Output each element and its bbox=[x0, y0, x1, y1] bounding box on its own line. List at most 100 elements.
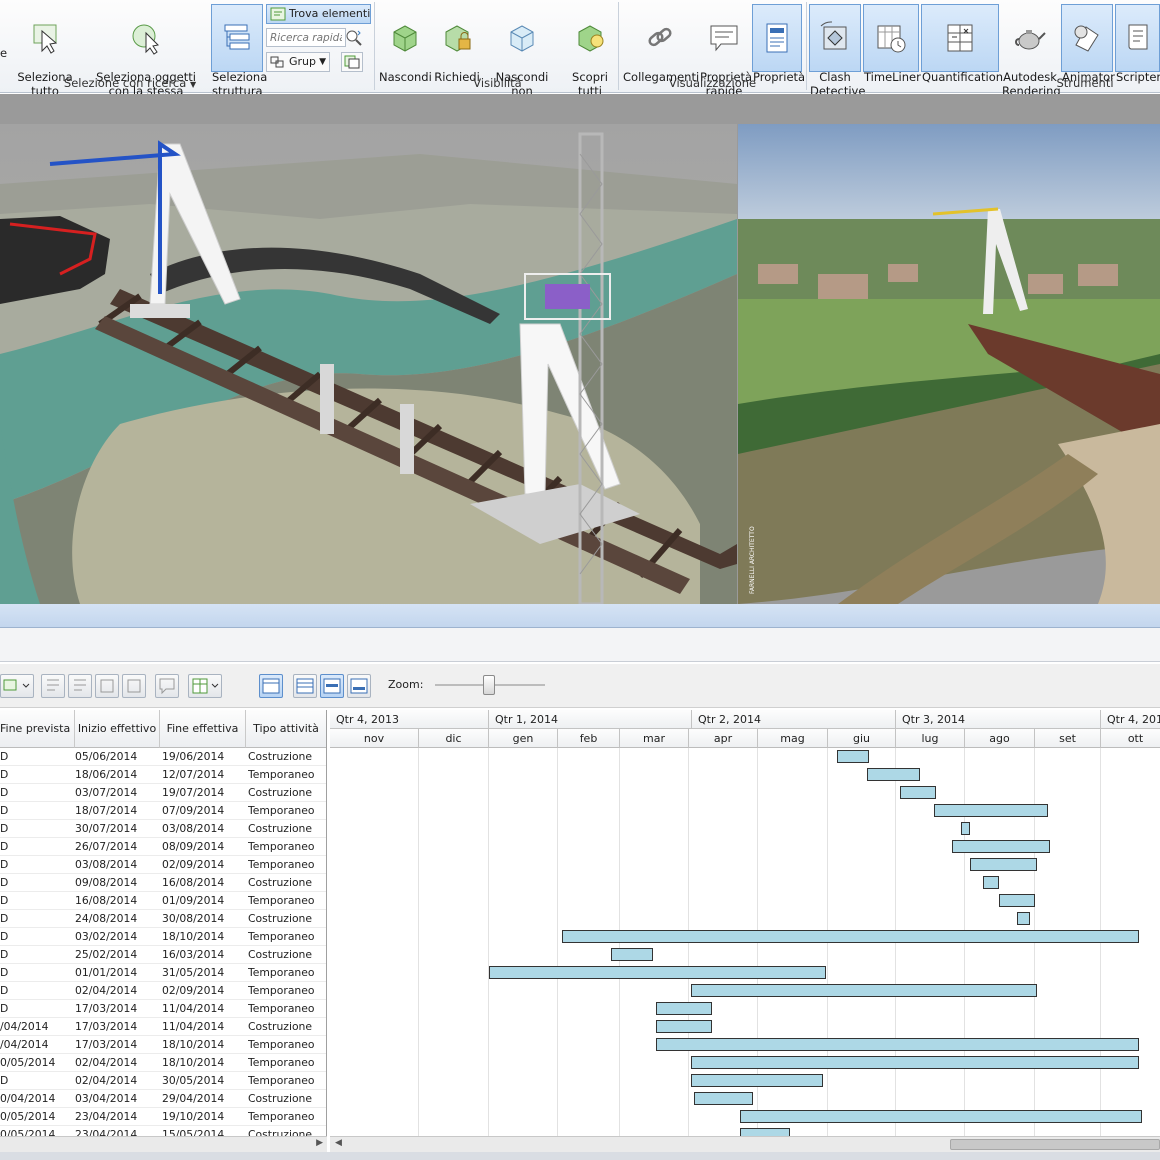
table-row[interactable]: D 26/07/2014 08/09/2014 Temporaneo bbox=[0, 838, 326, 856]
hide-unselected-button[interactable]: Nascondi non selezionati bbox=[482, 4, 562, 112]
column-header-task-type[interactable]: Tipo attività bbox=[246, 710, 326, 748]
select-structure-button[interactable]: Seleziona struttura bbox=[211, 4, 267, 98]
view-mode-1-icon[interactable] bbox=[259, 674, 283, 698]
table-row[interactable]: D 01/01/2014 31/05/2014 Temporaneo bbox=[0, 964, 326, 982]
gantt-bar[interactable] bbox=[951, 840, 1051, 853]
insert-task-icon[interactable] bbox=[41, 674, 65, 698]
columns-dropdown[interactable] bbox=[188, 674, 222, 698]
table-row[interactable]: D 16/08/2014 01/09/2014 Temporaneo bbox=[0, 892, 326, 910]
view-mode-2-icon[interactable] bbox=[293, 674, 317, 698]
group-dropdown[interactable]: Grup ▼ bbox=[266, 52, 330, 72]
month-header: nov bbox=[330, 729, 419, 748]
autodesk-rendering-button[interactable]: Autodesk Rendering bbox=[1001, 4, 1061, 98]
table-row[interactable]: 0/05/2014 23/04/2014 15/05/2014 Costruzione bbox=[0, 1126, 326, 1136]
gantt-bar[interactable] bbox=[969, 858, 1038, 871]
table-row[interactable]: D 03/07/2014 19/07/2014 Costruzione bbox=[0, 784, 326, 802]
outdent-task-icon[interactable] bbox=[122, 674, 146, 698]
quick-search-icon[interactable] bbox=[345, 29, 363, 47]
select-same-property-button[interactable]: Seleziona oggetti con la stessa propriet… bbox=[86, 4, 206, 112]
gantt-bar[interactable] bbox=[655, 1002, 712, 1015]
scripter-button[interactable]: Scripter bbox=[1115, 4, 1160, 84]
task-table-scrollbar[interactable]: ▶ bbox=[0, 1136, 327, 1152]
cell-actual-start: 24/08/2014 bbox=[75, 912, 138, 925]
select-all-button[interactable]: Seleziona tutto bbox=[14, 4, 76, 98]
add-task-dropdown[interactable] bbox=[0, 674, 34, 698]
scene-viewport[interactable]: FARNELLI ARCHITETTO bbox=[0, 94, 1160, 604]
view-mode-4-icon[interactable] bbox=[347, 674, 371, 698]
gantt-bar[interactable] bbox=[693, 1092, 754, 1105]
quantification-button[interactable]: Quantification bbox=[921, 4, 1003, 84]
gantt-bar[interactable] bbox=[691, 1056, 1140, 1069]
comment-icon[interactable] bbox=[155, 674, 179, 698]
gantt-bar[interactable] bbox=[900, 786, 937, 799]
table-row[interactable]: D 25/02/2014 16/03/2014 Costruzione bbox=[0, 946, 326, 964]
column-header-actual-end[interactable]: Fine effettiva bbox=[160, 710, 246, 748]
panel-splitter[interactable] bbox=[0, 604, 1160, 628]
table-row[interactable]: D 03/02/2014 18/10/2014 Temporaneo bbox=[0, 928, 326, 946]
gantt-bar[interactable] bbox=[837, 750, 869, 763]
table-row[interactable]: D 09/08/2014 16/08/2014 Costruzione bbox=[0, 874, 326, 892]
gantt-bar[interactable] bbox=[489, 966, 826, 979]
gantt-bar[interactable] bbox=[655, 1038, 1140, 1051]
properties-button[interactable]: Proprietà bbox=[752, 4, 805, 84]
table-row[interactable]: D 24/08/2014 30/08/2014 Costruzione bbox=[0, 910, 326, 928]
delete-task-icon[interactable] bbox=[68, 674, 92, 698]
table-row[interactable]: D 02/04/2014 02/09/2014 Temporaneo bbox=[0, 982, 326, 1000]
month-header: mar bbox=[620, 729, 689, 748]
group-selection-search[interactable]: Selezione con ricerca ▼ bbox=[60, 76, 200, 92]
table-row[interactable]: /04/2014 17/03/2014 11/04/2014 Costruzione bbox=[0, 1018, 326, 1036]
gantt-bar[interactable] bbox=[691, 1074, 824, 1087]
table-row[interactable]: D 17/03/2014 11/04/2014 Temporaneo bbox=[0, 1000, 326, 1018]
table-row[interactable]: /04/2014 17/03/2014 18/10/2014 Temporaneo bbox=[0, 1036, 326, 1054]
zoom-slider-thumb[interactable] bbox=[483, 675, 495, 695]
table-row[interactable]: 0/04/2014 03/04/2014 29/04/2014 Costruzione bbox=[0, 1090, 326, 1108]
require-button[interactable]: Richiedi bbox=[433, 4, 481, 84]
scroll-left-icon[interactable]: ◀ bbox=[335, 1138, 342, 1148]
gantt-bar[interactable] bbox=[739, 1110, 1142, 1123]
cell-actual-end: 11/04/2014 bbox=[162, 1002, 225, 1015]
gantt-bar[interactable] bbox=[866, 768, 921, 781]
unhide-all-button[interactable]: Scopri tutti bbox=[566, 4, 614, 98]
timeliner-calendar-icon bbox=[877, 25, 906, 53]
quick-properties-button[interactable]: Proprietà rapide bbox=[699, 4, 752, 98]
gantt-bar[interactable] bbox=[933, 804, 1049, 817]
gantt-scrollbar[interactable]: ◀ bbox=[330, 1136, 1160, 1152]
links-button[interactable]: Collegamenti bbox=[622, 4, 699, 84]
gantt-bar[interactable] bbox=[998, 894, 1035, 907]
timeliner-button[interactable]: TimeLiner bbox=[863, 4, 921, 84]
gantt-bar[interactable] bbox=[691, 984, 1038, 997]
cell-actual-start: 17/03/2014 bbox=[75, 1020, 138, 1033]
view-mode-3-icon[interactable] bbox=[320, 674, 344, 698]
table-row[interactable]: D 05/06/2014 19/06/2014 Costruzione bbox=[0, 748, 326, 766]
gantt-bar[interactable] bbox=[960, 822, 970, 835]
scroll-right-icon[interactable]: ▶ bbox=[316, 1138, 323, 1148]
column-header-actual-start[interactable]: Inizio effettivo bbox=[75, 710, 160, 748]
bridge-3d-model-view[interactable] bbox=[0, 124, 737, 604]
select-set-icon[interactable] bbox=[341, 52, 363, 72]
month-header: ago bbox=[965, 729, 1035, 748]
table-row[interactable]: D 18/07/2014 07/09/2014 Temporaneo bbox=[0, 802, 326, 820]
gantt-bar[interactable] bbox=[983, 876, 999, 889]
hide-button[interactable]: Nascondi bbox=[378, 4, 432, 84]
animator-button[interactable]: Animator bbox=[1061, 4, 1115, 84]
column-header-planned-end[interactable]: Fine prevista bbox=[0, 710, 75, 748]
gantt-bar[interactable] bbox=[739, 1128, 790, 1136]
table-row[interactable]: 0/05/2014 02/04/2014 18/10/2014 Temporaneo bbox=[0, 1054, 326, 1072]
gantt-bar[interactable] bbox=[562, 930, 1140, 943]
indent-task-icon[interactable] bbox=[95, 674, 119, 698]
table-row[interactable]: D 30/07/2014 03/08/2014 Costruzione bbox=[0, 820, 326, 838]
gantt-scrollbar-thumb[interactable] bbox=[950, 1139, 1160, 1150]
gantt-bar[interactable] bbox=[655, 1020, 712, 1033]
table-row[interactable]: D 03/08/2014 02/09/2014 Temporaneo bbox=[0, 856, 326, 874]
quarter-header: Qtr 4, 2014 bbox=[1101, 710, 1160, 729]
gantt-bar[interactable] bbox=[611, 948, 654, 961]
cell-actual-start: 30/07/2014 bbox=[75, 822, 138, 835]
table-row[interactable]: D 02/04/2014 30/05/2014 Temporaneo bbox=[0, 1072, 326, 1090]
find-items-button[interactable]: Trova elementi bbox=[266, 4, 371, 24]
quick-search-input[interactable] bbox=[266, 28, 346, 47]
clash-detective-button[interactable]: Clash Detective bbox=[809, 4, 865, 98]
table-row[interactable]: D 18/06/2014 12/07/2014 Temporaneo bbox=[0, 766, 326, 784]
month-header: ott bbox=[1101, 729, 1160, 748]
table-row[interactable]: 0/05/2014 23/04/2014 19/10/2014 Temporaneo bbox=[0, 1108, 326, 1126]
gantt-bar[interactable] bbox=[1016, 912, 1031, 925]
